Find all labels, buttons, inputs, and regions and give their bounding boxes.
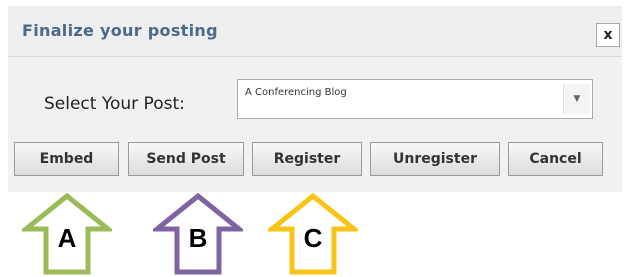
send-post-button[interactable]: Send Post: [128, 142, 244, 176]
annotation-arrow-b: B: [153, 193, 243, 275]
annotation-label-b: B: [188, 223, 208, 253]
cancel-button[interactable]: Cancel: [508, 142, 603, 176]
annotation-arrow-c: C: [268, 193, 358, 275]
chevron-down-icon[interactable]: ▼: [563, 84, 590, 114]
dialog-title: Finalize your posting: [22, 21, 218, 40]
annotation-label-c: C: [303, 223, 323, 253]
dialog-titlebar: Finalize your posting x: [8, 6, 622, 57]
close-icon: x: [603, 27, 613, 43]
close-button[interactable]: x: [596, 23, 620, 47]
select-post-label: Select Your Post:: [44, 94, 185, 114]
select-post-value: A Conferencing Blog: [245, 87, 347, 98]
annotation-label-a: A: [57, 223, 77, 253]
finalize-posting-dialog: Finalize your posting x Select Your Post…: [8, 6, 622, 192]
select-post-dropdown[interactable]: A Conferencing Blog ▼: [237, 79, 593, 119]
annotation-arrow-a: A: [22, 193, 112, 275]
embed-button[interactable]: Embed: [14, 142, 119, 176]
unregister-button[interactable]: Unregister: [370, 142, 500, 176]
register-button[interactable]: Register: [252, 142, 362, 176]
